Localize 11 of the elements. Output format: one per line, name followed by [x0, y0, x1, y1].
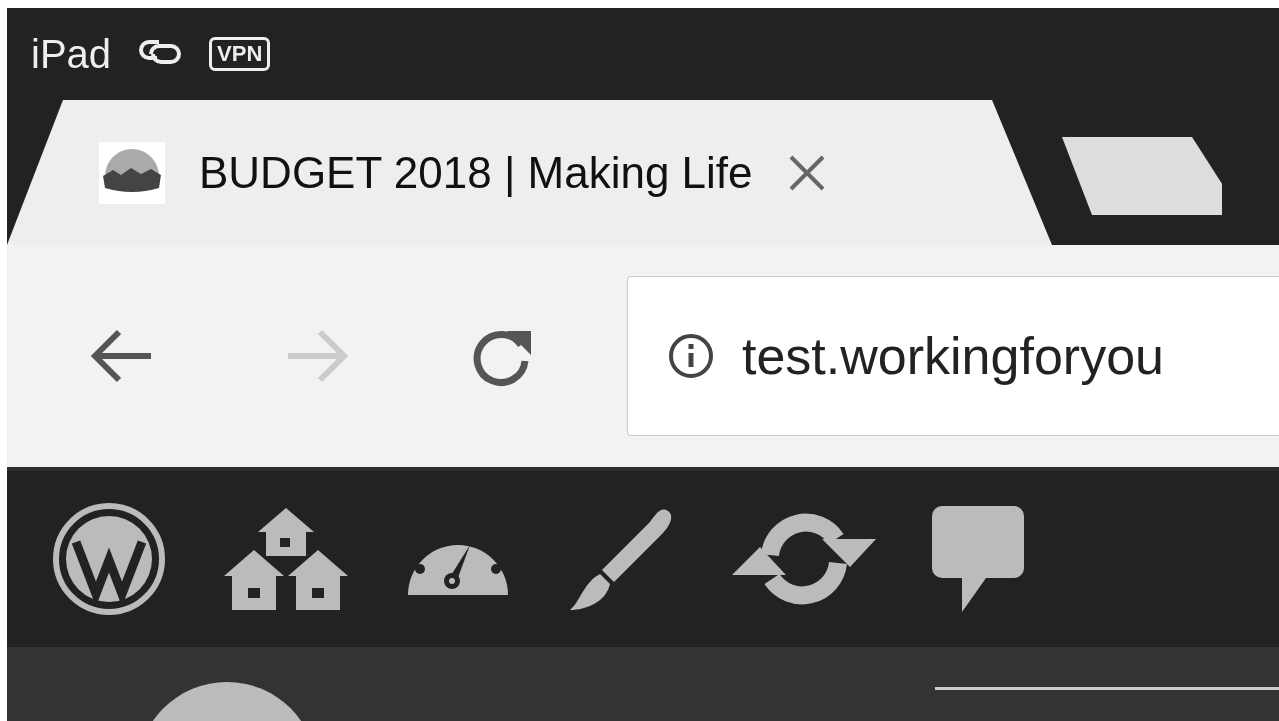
- address-text: test.workingforyou: [742, 326, 1164, 387]
- address-field[interactable]: test.workingforyou: [627, 276, 1279, 436]
- houses-icon[interactable]: [222, 506, 350, 612]
- device-name: iPad: [31, 31, 112, 78]
- favicon-icon: [99, 141, 165, 204]
- speech-bubble-icon[interactable]: [932, 504, 1024, 614]
- vpn-badge: VPN: [209, 37, 271, 71]
- logo-icon[interactable]: [52, 502, 166, 616]
- browser-tab[interactable]: BUDGET 2018 | Making Life: [7, 100, 1052, 245]
- tab-title: BUDGET 2018 | Making Life: [199, 146, 753, 199]
- info-icon: [668, 333, 714, 379]
